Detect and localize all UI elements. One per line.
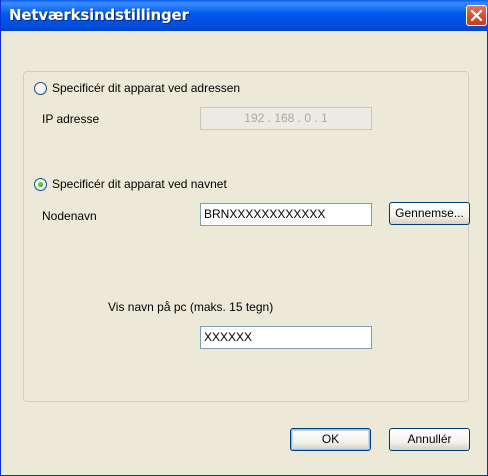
- close-icon: [470, 9, 483, 22]
- title-bar[interactable]: Netværksindstillinger: [1, 0, 488, 31]
- ip-address-field[interactable]: 192 . 168 . 0 . 1: [200, 107, 372, 130]
- node-name-field[interactable]: BRNXXXXXXXXXXXX: [200, 203, 372, 226]
- pc-name-label: Vis navn på pc (maks. 15 tegn): [108, 300, 274, 314]
- ip-address-label: IP adresse: [42, 112, 100, 126]
- address-radio-label[interactable]: Specificér dit apparat ved adressen: [52, 81, 240, 95]
- browse-button[interactable]: Gennemse...: [389, 202, 470, 225]
- ok-button[interactable]: OK: [290, 428, 371, 451]
- address-radio[interactable]: [34, 82, 47, 95]
- cancel-button[interactable]: Annullér: [389, 428, 470, 451]
- node-name-label: Nodenavn: [42, 209, 97, 223]
- close-button[interactable]: [466, 5, 487, 26]
- pc-name-field[interactable]: XXXXXX: [200, 326, 372, 349]
- name-radio[interactable]: [34, 178, 47, 191]
- dialog-title: Netværksindstillinger: [9, 6, 189, 24]
- radio-selected-dot: [38, 182, 43, 187]
- network-settings-dialog: Netværksindstillinger Specificér dit app…: [0, 0, 488, 476]
- name-radio-label[interactable]: Specificér dit apparat ved navnet: [52, 177, 227, 191]
